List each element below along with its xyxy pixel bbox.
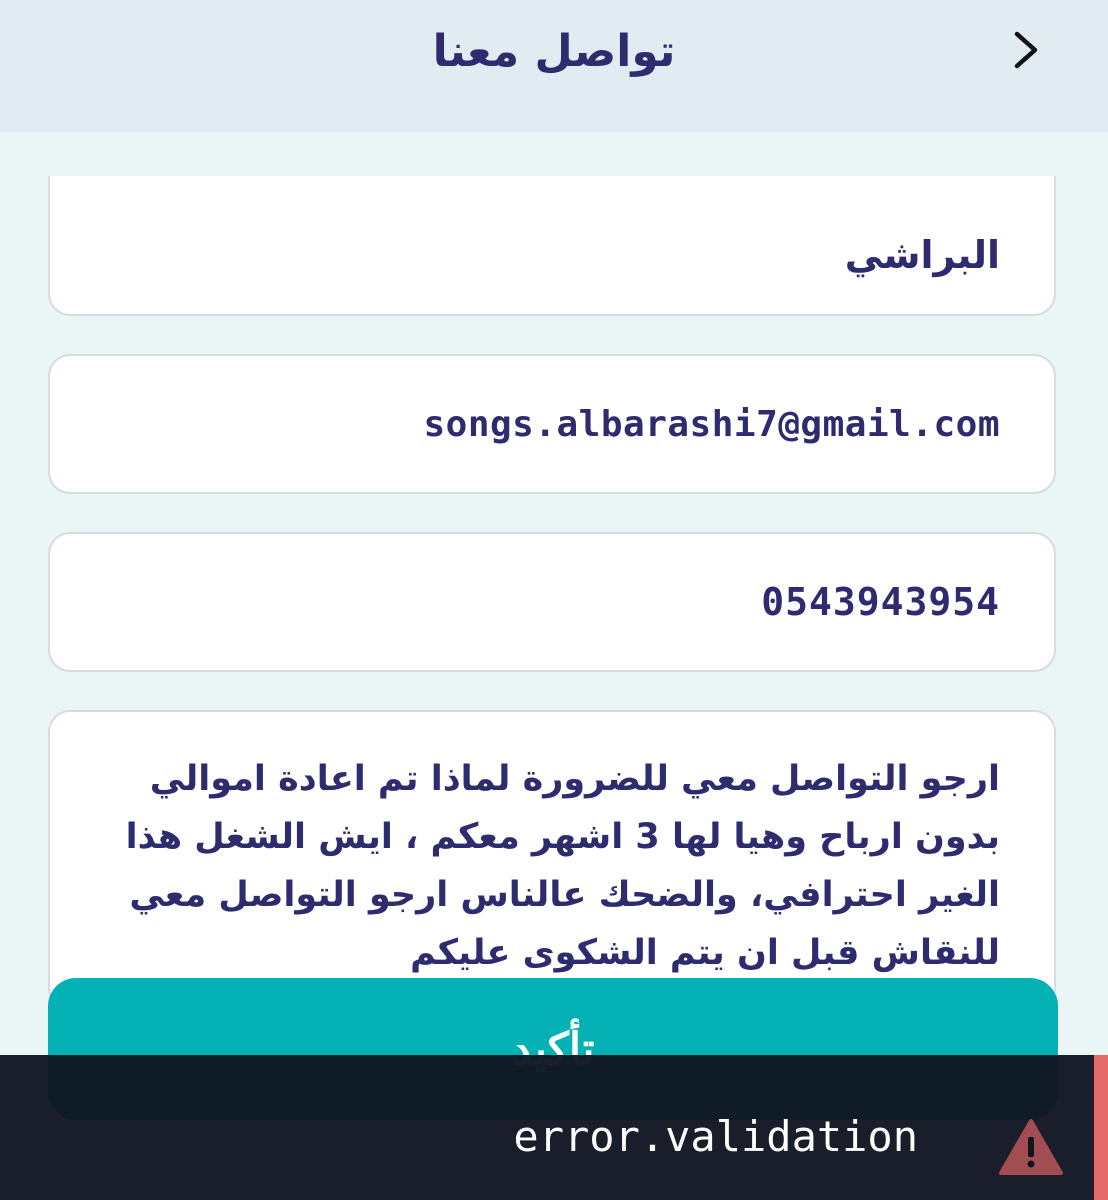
app-header: تواصل معنا (0, 0, 1108, 132)
warning-icon (999, 1119, 1063, 1175)
email-field[interactable]: songs.albarashi7@gmail.com (48, 354, 1056, 494)
chevron-right-icon (1014, 31, 1038, 69)
error-toast: error.validation (0, 1055, 1108, 1200)
message-textarea[interactable]: ارجو التواصل معي للضرورة لماذا تم اعادة … (48, 710, 1056, 1010)
name-value: البراشي (844, 233, 1000, 277)
message-value: ارجو التواصل معي للضرورة لماذا تم اعادة … (125, 759, 1000, 973)
phone-field[interactable]: 0543943954 (48, 532, 1056, 672)
phone-value: 0543943954 (761, 580, 1000, 624)
name-field[interactable]: البراشي (48, 176, 1056, 316)
page-title: تواصل معنا (432, 26, 676, 77)
back-button[interactable] (994, 18, 1058, 82)
toast-accent-bar (1094, 1055, 1108, 1200)
email-value: songs.albarashi7@gmail.com (423, 403, 1000, 445)
toast-message: error.validation (513, 1112, 918, 1161)
